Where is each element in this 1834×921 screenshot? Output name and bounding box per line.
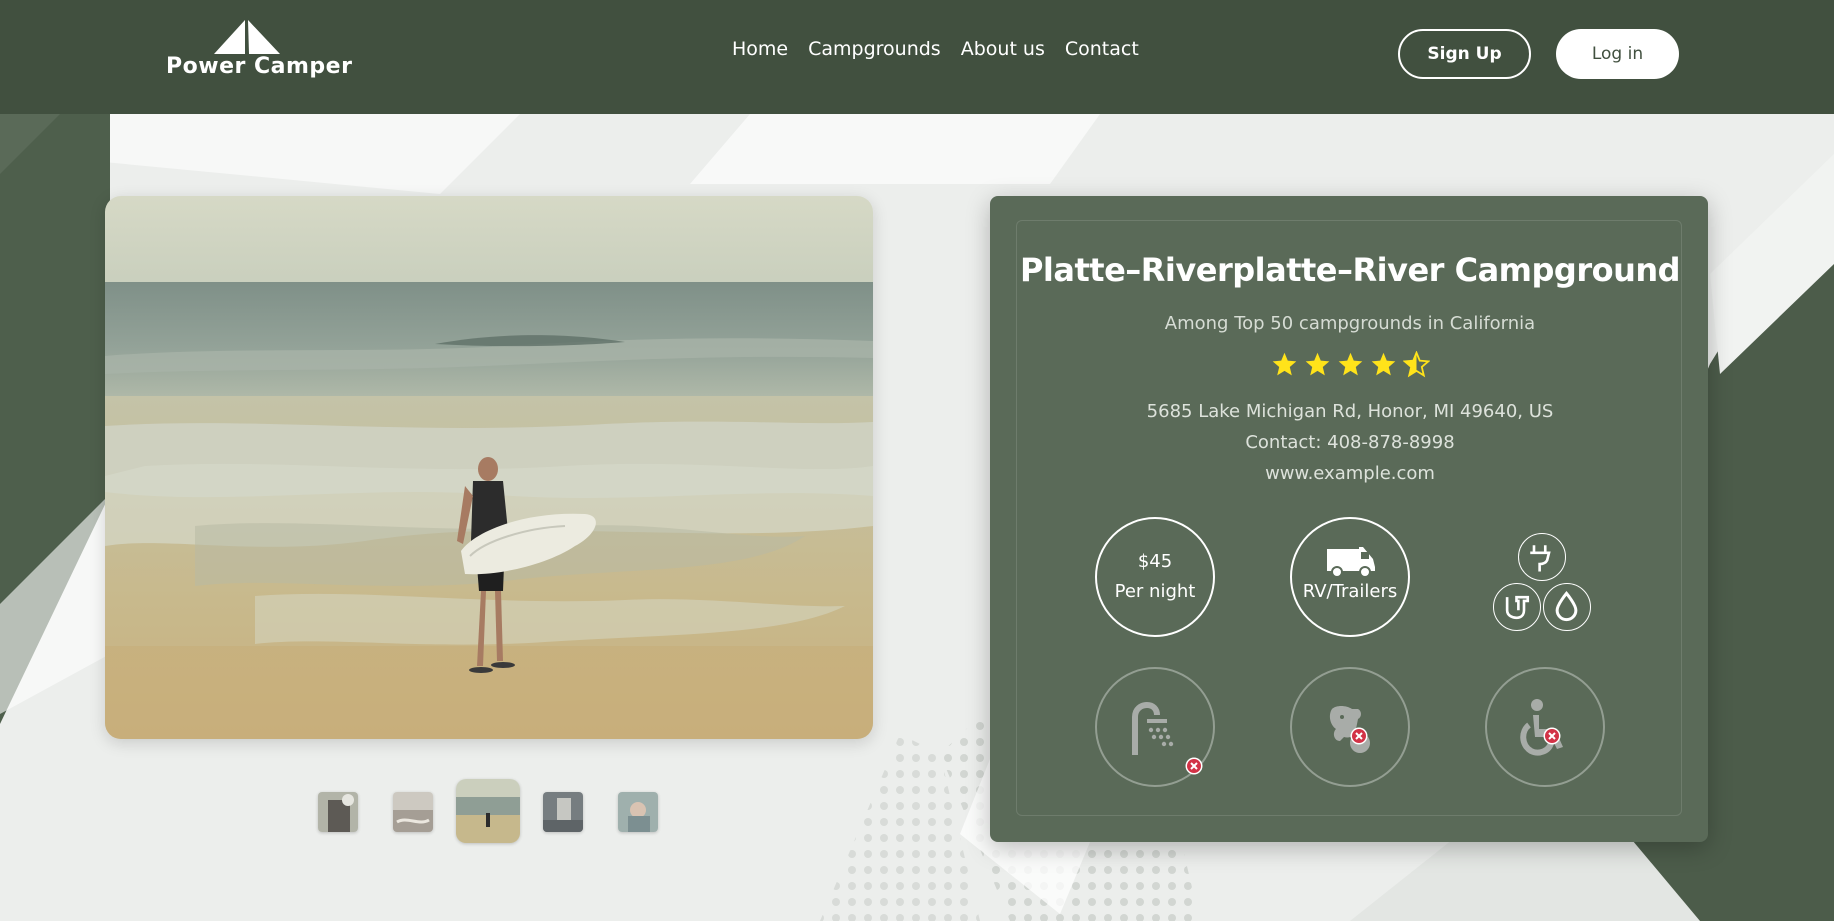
sewer-hookup <box>1493 583 1541 631</box>
nav-home[interactable]: Home <box>732 38 788 60</box>
thumbnail-image <box>393 792 433 832</box>
thumbnail-2[interactable] <box>393 792 433 832</box>
sign-up-button[interactable]: Sign Up <box>1398 29 1531 79</box>
price-value: $45 <box>1137 551 1173 572</box>
rv-van-icon <box>1327 547 1375 577</box>
pets-unavailable <box>1290 667 1410 787</box>
thumbnail-1[interactable] <box>318 792 358 832</box>
nav-campgrounds[interactable]: Campgrounds <box>808 38 941 60</box>
beach-surfer-image <box>105 196 873 739</box>
sewer-icon <box>1505 595 1530 620</box>
water-icon <box>1555 591 1578 622</box>
thumbnail-5[interactable] <box>618 792 658 832</box>
thumbnail-3[interactable] <box>456 779 520 843</box>
unavailable-x-icon <box>1350 727 1368 745</box>
star-full-icon <box>1338 352 1362 376</box>
shower-unavailable <box>1095 667 1215 787</box>
campground-name: Platte–Riverplatte–River Campground <box>1019 251 1681 289</box>
price-badge: $45 Per night <box>1095 517 1215 637</box>
thumbnail-image <box>456 779 520 843</box>
thumbnail-image <box>543 792 583 832</box>
top-navbar: Power Camper Home Campgrounds About us C… <box>0 0 1834 114</box>
campground-contact: Contact: 408-878-8998 <box>1245 432 1455 453</box>
thumbnail-4[interactable] <box>543 792 583 832</box>
unavailable-x-icon <box>1185 757 1203 775</box>
nav-contact[interactable]: Contact <box>1065 38 1139 60</box>
card-inner-frame: Platte–Riverplatte–River Campground Amon… <box>1016 220 1682 816</box>
thumbnail-image <box>618 792 658 832</box>
thumbnail-image <box>318 792 358 832</box>
star-full-icon <box>1272 352 1296 376</box>
campground-subtitle: Among Top 50 campgrounds in California <box>1164 313 1536 334</box>
unavailable-x-icon <box>1543 727 1561 745</box>
log-in-button[interactable]: Log in <box>1556 29 1679 79</box>
tent-logo-icon <box>214 20 280 54</box>
campground-info-card: Platte–Riverplatte–River Campground Amon… <box>990 196 1708 842</box>
star-half-icon <box>1402 351 1430 378</box>
star-full-icon <box>1305 352 1329 376</box>
main-campground-photo <box>105 196 873 739</box>
star-full-icon <box>1371 352 1395 376</box>
nav-about-us[interactable]: About us <box>961 38 1045 60</box>
logo[interactable]: Power Camper <box>166 20 352 84</box>
logo-text: Power Camper <box>166 54 353 79</box>
vehicle-type-badge: RV/Trailers <box>1290 517 1410 637</box>
rating-stars <box>1017 351 1683 378</box>
shower-icon <box>1132 701 1174 755</box>
electric-icon <box>1530 545 1551 572</box>
main-nav: Home Campgrounds About us Contact <box>732 38 1139 60</box>
campground-website-link[interactable]: www.example.com <box>1017 463 1683 484</box>
water-hookup <box>1543 583 1591 631</box>
vehicle-type-label: RV/Trailers <box>1302 581 1398 602</box>
accessibility-unavailable <box>1485 667 1605 787</box>
campground-address: 5685 Lake Michigan Rd, Honor, MI 49640, … <box>1146 401 1554 422</box>
price-unit: Per night <box>1114 581 1196 602</box>
hookups-group <box>1493 533 1593 631</box>
electric-hookup <box>1518 533 1566 581</box>
